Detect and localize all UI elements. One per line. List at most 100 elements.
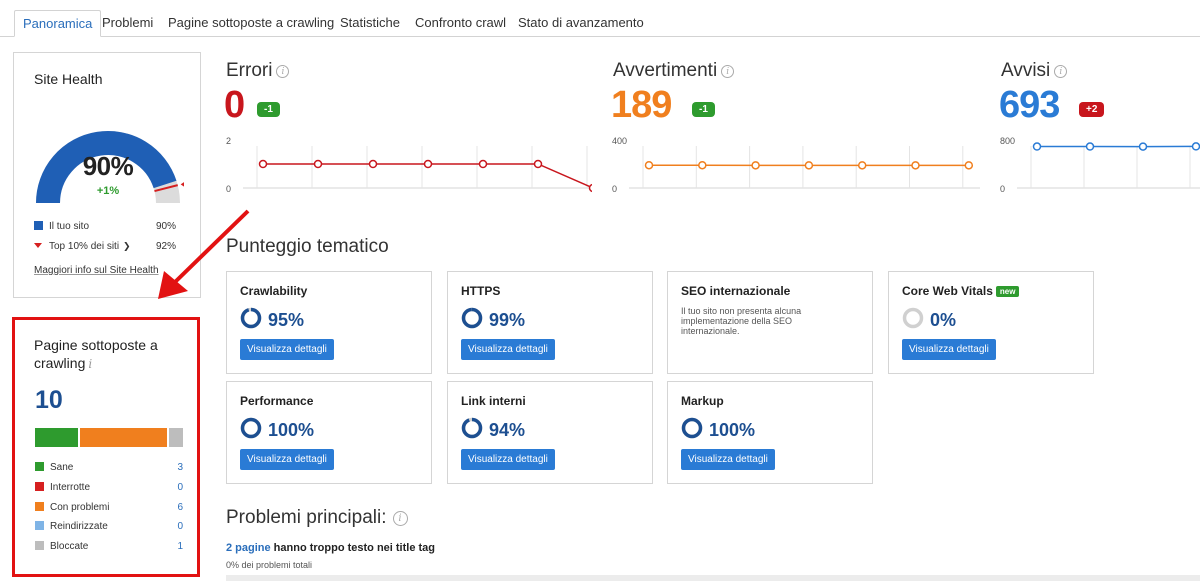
tab-stato-avanzamento[interactable]: Stato di avanzamento	[510, 10, 652, 37]
crawl-legend-row: Reindirizzate 0	[35, 521, 183, 532]
spark-point[interactable]	[313, 159, 323, 169]
spark-point[interactable]	[1085, 142, 1095, 151]
notices-value[interactable]: 693	[999, 84, 1060, 127]
spark-point[interactable]	[644, 160, 654, 170]
info-icon[interactable]: i	[276, 65, 290, 78]
spark-point[interactable]	[368, 159, 378, 169]
spark-point[interactable]	[1138, 142, 1148, 151]
thematic-title: Punteggio tematico	[226, 236, 389, 257]
crawl-bar-segment-bloccate[interactable]	[168, 428, 184, 447]
new-badge: new	[995, 286, 1020, 297]
crawled-pages-title-text: Pagine sottoposte a crawling	[34, 337, 158, 371]
view-details-button[interactable]: Visualizza dettagli	[461, 339, 555, 360]
spark-ymax-label: 800	[1000, 136, 1015, 146]
view-details-button[interactable]: Visualizza dettagli	[681, 449, 775, 470]
info-icon[interactable]: i	[721, 65, 735, 78]
score-ring-fill	[240, 307, 262, 329]
tab-statistiche[interactable]: Statistiche	[332, 10, 408, 37]
thematic-card-desc: Il tuo sito non presenta alcuna implemen…	[681, 306, 802, 336]
tab-confronto-crawl[interactable]: Confronto crawl	[407, 10, 514, 37]
crawl-bar-segment-con-problemi[interactable]	[80, 428, 167, 447]
tab-problemi[interactable]: Problemi	[94, 10, 161, 37]
warnings-sparkline: 400 0	[612, 136, 980, 194]
crawl-legend-value[interactable]: 1	[177, 541, 183, 552]
tab-panoramica[interactable]: Panoramica	[14, 10, 102, 37]
thematic-card-title: Link interni	[461, 394, 526, 408]
crawl-legend-row: Bloccate 1	[35, 541, 183, 552]
spark-point[interactable]	[588, 183, 593, 193]
errors-value[interactable]: 0	[224, 84, 245, 127]
thematic-card-core-web-vitals: Core Web Vitals new 0% Visualizza dettagli	[888, 271, 1094, 374]
view-details-button[interactable]: Visualizza dettagli	[902, 339, 996, 360]
thematic-card-https: HTTPS 99% Visualizza dettagli	[447, 271, 653, 374]
crawled-pages-card: Pagine sottoposte a crawling i 10 Sane 3 In…	[12, 317, 200, 577]
crawl-legend-value[interactable]: 6	[177, 502, 183, 513]
spark-point[interactable]	[1032, 142, 1042, 151]
score-ring	[461, 417, 483, 439]
info-icon[interactable]: i	[1054, 65, 1068, 78]
chevron-down-icon[interactable]: ❯	[123, 241, 131, 252]
crawl-legend-value[interactable]: 3	[177, 462, 183, 473]
score-ring	[461, 307, 483, 329]
your-site-swatch	[34, 221, 43, 230]
crawl-legend-swatch	[35, 481, 44, 491]
metric-warnings-title: Avvertimenti i	[613, 60, 735, 82]
spark-point[interactable]	[964, 161, 974, 170]
thematic-card-score: 0%	[930, 310, 957, 330]
spark-point[interactable]	[857, 161, 867, 170]
spark-point[interactable]	[751, 161, 760, 170]
thematic-card-crawlability: Crawlability 95% Visualizza dettagli	[226, 271, 432, 374]
thematic-card-title: Crawlability	[240, 284, 307, 298]
tab-pagine-crawling[interactable]: Pagine sottoposte a crawling	[160, 10, 342, 37]
spark-point[interactable]	[1191, 142, 1200, 151]
thematic-card-score: 99%	[489, 310, 526, 330]
spark-point[interactable]	[911, 161, 920, 170]
problem-item: 2 pagine hanno troppo testo nei title ta…	[226, 542, 435, 554]
crawl-legend-swatch	[35, 501, 44, 511]
thematic-card-score: 95%	[268, 310, 305, 330]
view-details-button[interactable]: Visualizza dettagli	[240, 449, 334, 470]
top10-marker-icon	[34, 243, 42, 248]
info-icon[interactable]: i	[88, 357, 92, 371]
spark-ymin-label: 0	[226, 184, 231, 194]
info-icon[interactable]: i	[392, 511, 408, 526]
thematic-card-title-text: HTTPS	[461, 284, 501, 298]
thematic-card-title-text: Performance	[240, 394, 314, 408]
site-health-percent: 90%	[82, 151, 134, 181]
site-health-delta: +1%	[96, 185, 120, 197]
crawled-pages-title: Pagine sottoposte a crawling i	[34, 336, 184, 373]
thematic-card-seo-internazionale: SEO internazionale Il tuo sito non presen…	[667, 271, 873, 374]
crawl-legend-label: Bloccate	[50, 541, 89, 553]
spark-ymin-label: 0	[612, 184, 617, 194]
problem-item-link[interactable]: 2 pagine	[226, 542, 271, 554]
spark-point[interactable]	[478, 159, 488, 169]
score-ring	[240, 307, 262, 329]
legend-your-site-label: Il tuo sito	[49, 221, 90, 232]
view-details-button[interactable]: Visualizza dettagli	[461, 449, 555, 470]
crawl-legend-value[interactable]: 0	[177, 521, 183, 532]
errors-delta-badge: -1	[257, 102, 280, 117]
spark-point[interactable]	[804, 161, 814, 170]
spark-point[interactable]	[533, 159, 543, 169]
thematic-card-markup: Markup 100% Visualizza dettagli	[667, 381, 873, 484]
crawl-legend-label: Con problemi	[50, 501, 110, 513]
crawl-legend-row: Con problemi 6	[35, 501, 183, 513]
view-details-button[interactable]: Visualizza dettagli	[240, 339, 334, 360]
site-health-info-link[interactable]: Maggiori info sul Site Health	[34, 265, 159, 276]
thematic-card-title: HTTPS	[461, 284, 500, 298]
warnings-value[interactable]: 189	[611, 84, 672, 127]
crawled-pages-count[interactable]: 10	[35, 386, 63, 415]
warnings-delta-badge: -1	[692, 102, 715, 117]
metric-notices-title-text: Avvisi	[1001, 60, 1051, 81]
score-ring	[681, 417, 703, 439]
crawl-bar-segment-sane[interactable]	[35, 428, 79, 447]
spark-point[interactable]	[423, 159, 433, 169]
crawl-legend-value[interactable]: 0	[177, 482, 183, 493]
spark-point[interactable]	[698, 160, 707, 170]
problem-item-text: hanno troppo testo nei title tag	[270, 542, 436, 554]
spark-ymax-label: 2	[226, 136, 231, 146]
spark-point[interactable]	[258, 159, 268, 169]
problem-item-share: 0% dei problemi totali	[226, 560, 313, 570]
metric-notices: Avvisi i	[1001, 60, 1068, 82]
score-ring-fill	[461, 307, 483, 329]
